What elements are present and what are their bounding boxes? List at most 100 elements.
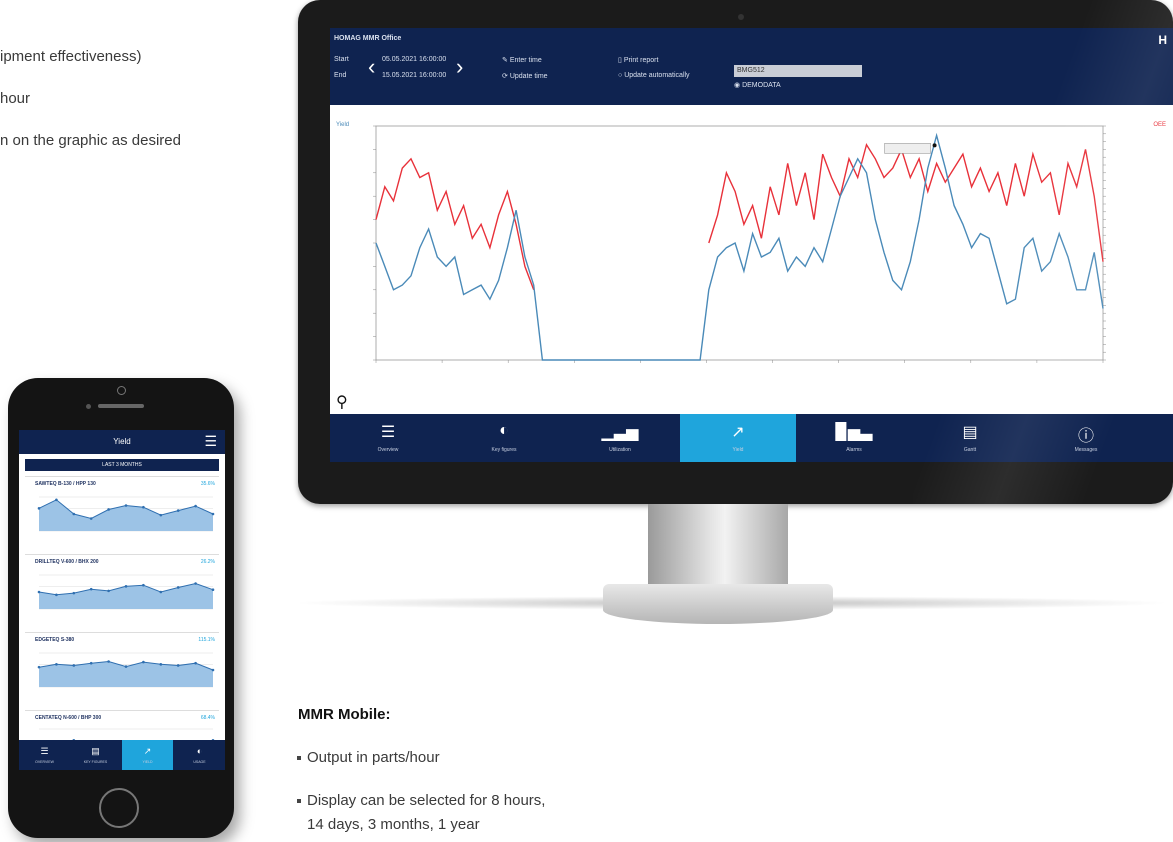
next-period-chevron-icon[interactable]: ›: [456, 56, 463, 78]
sparkline-point: [37, 507, 41, 510]
mobile-nav-overview[interactable]: ☰ OVERVIEW: [19, 740, 70, 770]
smartphone: Yield ☰ LAST 3 MONTHS SAWTEQ B-130 / HPP…: [8, 378, 234, 838]
tooltip-point: [932, 143, 937, 148]
sparkline-point: [55, 663, 58, 666]
bar-chart-icon: ▁▃▅: [601, 424, 639, 441]
homag-logo: H: [1158, 33, 1167, 47]
sparkline-point: [194, 582, 197, 585]
yield-oee-chart: Yield OEE: [330, 114, 1173, 394]
machine-value: 68.4%: [200, 715, 215, 721]
monitor-stand-base: [603, 584, 833, 624]
sparkline-point: [124, 665, 128, 668]
mobile-nav-label: OVERVIEW: [35, 760, 54, 764]
machine-card[interactable]: CENTATEQ N-600 / BHP 300 68.4%: [25, 710, 219, 764]
camera-dot: [738, 14, 744, 20]
nav-utilization[interactable]: ▁▃▅ Utilization: [562, 414, 678, 462]
end-label: End: [334, 72, 347, 79]
enter-time-label: Enter time: [509, 57, 542, 64]
update-time-button[interactable]: ⟳ Update time: [502, 72, 548, 80]
sparkline-point: [211, 668, 215, 672]
nav-messages[interactable]: ⓘ Messages: [1028, 414, 1144, 462]
nav-label: Alarms: [846, 447, 862, 453]
sparkline-point: [55, 593, 58, 597]
feature-text-line-3: n on the graphic as desired: [0, 132, 181, 149]
sparkline-point: [211, 512, 215, 516]
nav-label: Key figures: [491, 447, 517, 453]
mobile-nav-yield[interactable]: ↗ YIELD: [122, 740, 173, 770]
sparkline-point: [142, 505, 145, 509]
sparkline-point: [176, 586, 180, 589]
sparkline-point: [159, 663, 163, 666]
list-icon: ☰: [40, 746, 49, 756]
mobile-nav-key-figures[interactable]: ▤ KEY FIGURES: [70, 740, 121, 770]
hamburger-menu-icon[interactable]: ☰: [204, 433, 217, 450]
end-datetime[interactable]: 15.05.2021 16:00:00: [382, 72, 446, 79]
update-time-label: Update time: [509, 73, 548, 80]
print-report-label: Print report: [623, 57, 659, 64]
nav-label: Overview: [377, 447, 399, 453]
phone-speaker: [98, 404, 144, 408]
nav-label: Yield: [732, 447, 744, 453]
nav-key-figures[interactable]: ◐ Key figures: [446, 414, 562, 462]
sparkline-point: [124, 504, 128, 507]
update-automatically-label: Update automatically: [624, 72, 690, 79]
start-datetime[interactable]: 05.05.2021 16:00:00: [382, 56, 446, 63]
nav-label: Utilization: [609, 447, 631, 453]
sparkline-chart: [37, 496, 215, 532]
sparkline-point: [37, 590, 41, 594]
sparkline-point: [159, 590, 163, 594]
mobile-header: Yield ☰: [19, 430, 225, 454]
trend-icon: ↗: [731, 424, 745, 441]
bar-chart-icon: ▤: [91, 746, 100, 756]
sparkline-point: [72, 664, 76, 667]
demodata-link[interactable]: ◉ DEMODATA: [734, 81, 781, 89]
sparkline-point: [107, 589, 110, 593]
pie-icon: ◐: [196, 746, 203, 756]
prev-period-chevron-icon[interactable]: ‹: [368, 56, 375, 78]
nav-yield[interactable]: ↗ Yield: [680, 414, 796, 462]
zoom-icon[interactable]: ⚲: [336, 392, 348, 412]
mobile-nav-label: KEY FIGURES: [83, 760, 108, 764]
nav-overview[interactable]: ☰ Overview: [330, 414, 446, 462]
sparkline-point: [107, 660, 110, 663]
sparkline-point: [72, 512, 76, 516]
bullet-display-continued: 14 days, 3 months, 1 year: [307, 816, 480, 833]
nav-label: Messages: [1074, 447, 1098, 453]
radio-icon: ○: [618, 72, 623, 79]
machine-name: EDGETEQ S-380: [35, 637, 75, 643]
period-button[interactable]: LAST 3 MONTHS: [25, 459, 219, 471]
mobile-bottom-navigation: ☰ OVERVIEW ▤ KEY FIGURES ↗ YIELD ◐ USAGE: [19, 740, 225, 770]
machine-value: 26.2%: [200, 559, 215, 565]
home-button[interactable]: [99, 788, 139, 828]
machine-card[interactable]: SAWTEQ B-130 / HPP 130 35.6%: [25, 476, 219, 553]
enter-time-button[interactable]: ✎ Enter time: [502, 56, 542, 64]
line-chart-svg: Yield OEE: [336, 122, 1166, 363]
trend-icon: ↗: [143, 746, 152, 756]
sparkline-point: [159, 513, 163, 517]
nav-gantt[interactable]: ▤ Gantt: [912, 414, 1028, 462]
sparkline-point: [142, 583, 145, 587]
sparkline-point: [194, 661, 197, 665]
pencil-icon: ✎: [502, 57, 508, 64]
update-automatically-toggle[interactable]: ○ Update automatically: [618, 72, 690, 79]
print-report-button[interactable]: ▯ Print report: [618, 56, 658, 64]
machine-select[interactable]: BMG512: [734, 65, 862, 77]
machine-card[interactable]: DRILLTEQ V-600 / BHX 200 26.2%: [25, 554, 219, 631]
mobile-title: Yield: [113, 437, 131, 446]
plot-area: [375, 125, 1104, 361]
right-legend: OEE: [1153, 122, 1166, 128]
machine-name: DRILLTEQ V-600 / BHX 200: [35, 559, 99, 565]
mobile-nav-usage[interactable]: ◐ USAGE: [174, 740, 225, 770]
sparkline-point: [194, 504, 197, 508]
eye-icon: ◉: [734, 82, 741, 89]
start-label: Start: [334, 56, 349, 63]
nav-alarms[interactable]: ▉▅▃ Alarms: [796, 414, 912, 462]
machine-card[interactable]: EDGETEQ S-380 115.1%: [25, 632, 219, 709]
gantt-icon: ▤: [962, 424, 978, 441]
list-icon: ☰: [380, 424, 396, 441]
mobile-nav-label: YIELD: [142, 760, 153, 764]
alarm-bars-icon: ▉▅▃: [835, 424, 873, 441]
mmr-mobile-heading: MMR Mobile:: [298, 706, 391, 723]
mmr-office-screen: HOMAG MMR Office H Start End ‹ 05.05.202…: [330, 28, 1173, 462]
sparkline-point: [176, 509, 180, 512]
